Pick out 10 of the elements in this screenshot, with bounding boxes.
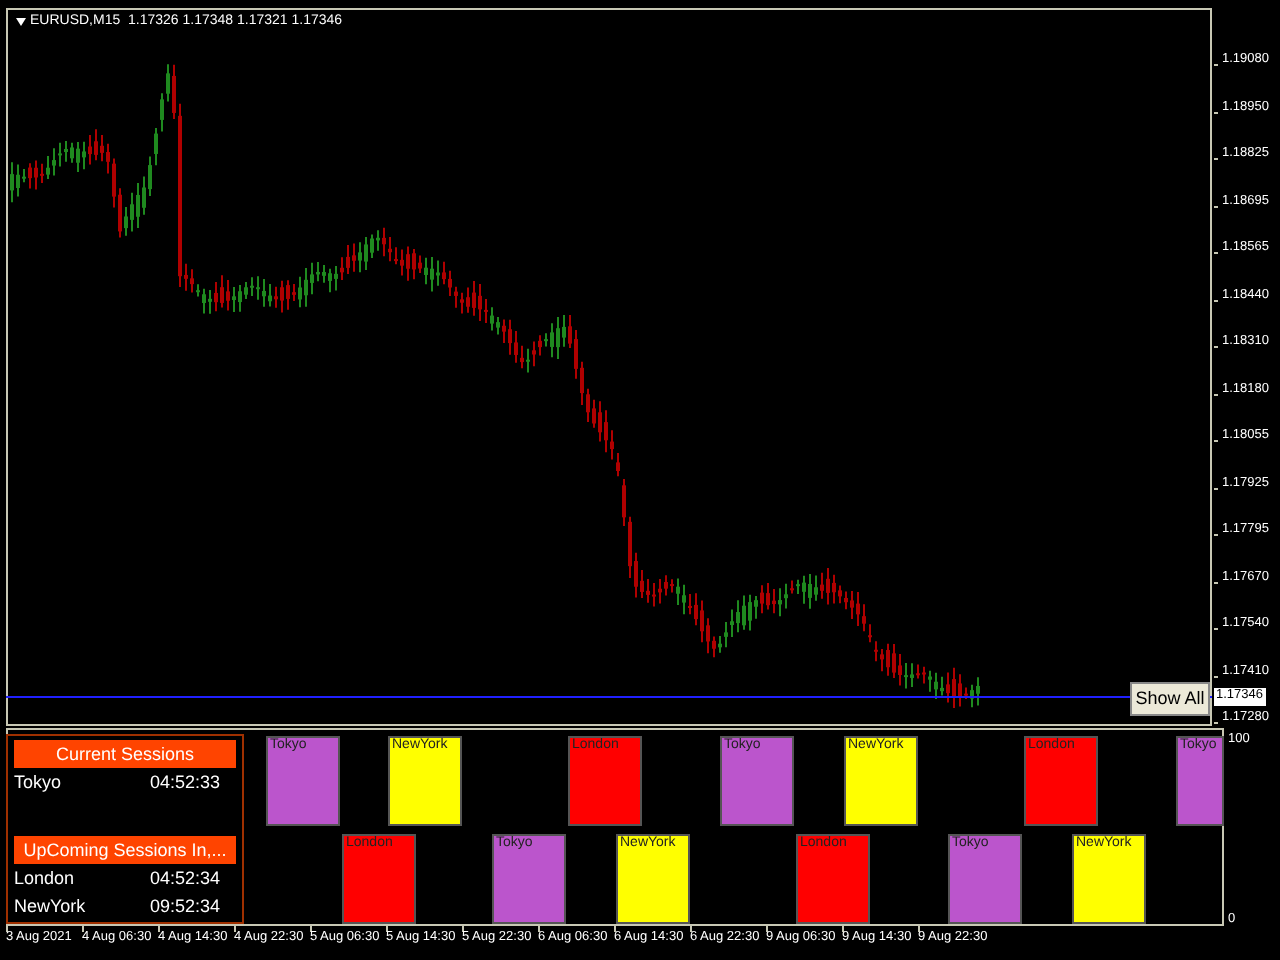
panel-heading: Current Sessions <box>14 740 236 768</box>
session-name: London <box>14 865 75 892</box>
show-all-button[interactable]: Show All <box>1130 682 1210 716</box>
session-name: Tokyo <box>14 770 62 796</box>
session-name: NewYork <box>14 894 86 921</box>
panel-heading: UpComing Sessions In,... <box>14 835 236 864</box>
session-time: 09:52:34 <box>149 894 220 921</box>
dropdown-triangle-icon[interactable] <box>16 17 26 25</box>
session-time: 04:52:34 <box>149 865 220 892</box>
session-time: 04:52:33 <box>149 770 220 796</box>
